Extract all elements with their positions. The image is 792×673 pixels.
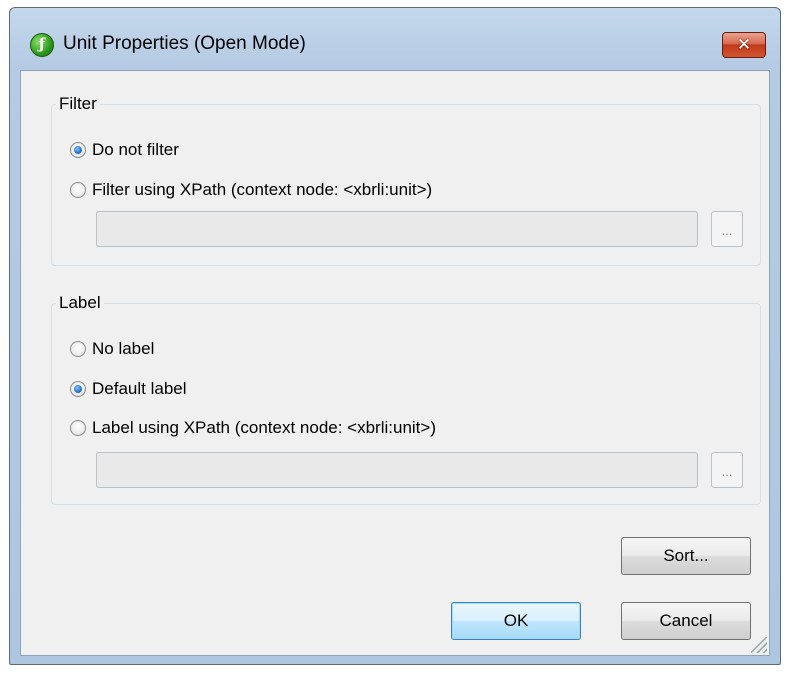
resize-grip-icon[interactable] <box>751 637 767 653</box>
cancel-button[interactable]: Cancel <box>621 602 751 640</box>
radio-button-icon[interactable] <box>70 420 86 436</box>
filter-xpath-input[interactable] <box>96 211 698 247</box>
radio-button-icon[interactable] <box>70 182 86 198</box>
radio-label-xpath[interactable]: Label using XPath (context node: <xbrli:… <box>70 417 436 439</box>
radio-filter-xpath[interactable]: Filter using XPath (context node: <xbrli… <box>70 179 432 201</box>
radio-default-label[interactable]: Default label <box>70 378 187 400</box>
window-title: Unit Properties (Open Mode) <box>63 33 306 54</box>
radio-no-label[interactable]: No label <box>70 338 154 360</box>
label-xpath-input[interactable] <box>96 452 698 488</box>
filter-browse-button[interactable]: ... <box>711 211 743 247</box>
close-button[interactable]: ✕ <box>722 32 766 58</box>
radio-label: Do not filter <box>92 140 179 159</box>
filter-group-title: Filter <box>56 93 100 115</box>
radio-button-icon[interactable] <box>70 381 86 397</box>
radio-do-not-filter[interactable]: Do not filter <box>70 139 179 161</box>
filter-group: Filter Do not filter Filter using XPath … <box>51 93 761 266</box>
label-browse-button[interactable]: ... <box>711 452 743 488</box>
app-logo-icon <box>30 33 54 57</box>
label-group-title: Label <box>56 292 104 314</box>
dialog-window: Unit Properties (Open Mode) ✕ Filter Do … <box>9 7 781 665</box>
radio-label: No label <box>92 339 155 358</box>
radio-label: Filter using XPath (context node: <xbrli… <box>92 180 433 199</box>
radio-button-icon[interactable] <box>70 142 86 158</box>
sort-button[interactable]: Sort... <box>621 537 751 575</box>
title-bar[interactable]: Unit Properties (Open Mode) ✕ <box>10 8 780 70</box>
radio-label: Default label <box>92 379 187 398</box>
radio-button-icon[interactable] <box>70 341 86 357</box>
label-group: Label No label Default label Label using… <box>51 292 761 505</box>
radio-label: Label using XPath (context node: <xbrli:… <box>92 418 436 437</box>
dialog-body: Filter Do not filter Filter using XPath … <box>20 70 770 656</box>
ok-button[interactable]: OK <box>451 602 581 640</box>
